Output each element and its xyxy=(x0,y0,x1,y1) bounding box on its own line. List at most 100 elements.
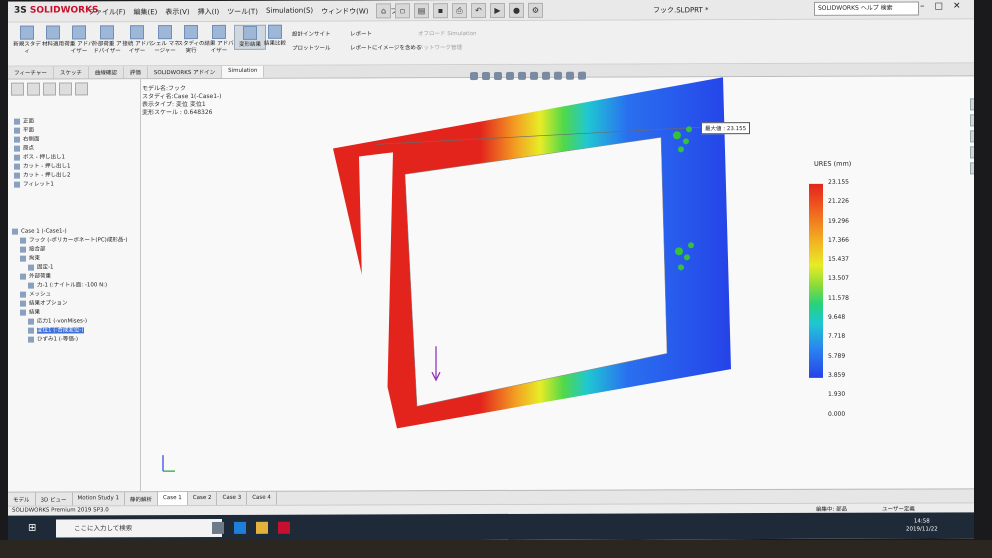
tree-item[interactable]: 外部荷重 xyxy=(12,272,127,281)
config-manager-icon[interactable] xyxy=(43,82,56,96)
tab-3d-view[interactable]: 3D ビュー xyxy=(35,492,73,507)
tab-case-3[interactable]: Case 3 xyxy=(217,491,248,506)
tree-item[interactable]: 変位1 (-合成変位-) xyxy=(12,326,127,335)
tab-case-1[interactable]: Case 1 xyxy=(158,492,188,507)
tree-item[interactable]: ボス - 押し出し1 xyxy=(14,153,70,162)
external-loads-button[interactable]: 外部荷重 アドバイザー xyxy=(92,25,122,55)
task-view-icon[interactable] xyxy=(212,521,224,534)
tab-addins[interactable]: SOLIDWORKS アドイン xyxy=(147,65,223,79)
menu-file[interactable]: ファイル(F) xyxy=(88,7,126,17)
tree-item[interactable]: 接合部 xyxy=(12,245,127,254)
undo-icon[interactable]: ↶ xyxy=(471,3,486,19)
home-icon[interactable]: ⌂ xyxy=(376,3,391,19)
view-palette-icon[interactable] xyxy=(970,146,974,159)
options-icon[interactable]: ⚙ xyxy=(528,2,543,18)
save-icon[interactable]: ▪ xyxy=(433,3,448,19)
tree-item[interactable]: 応力1 (-vonMises-) xyxy=(12,317,127,326)
triad-axes xyxy=(162,455,175,472)
tree-item[interactable]: メッシュ xyxy=(12,290,127,299)
zoom-fit-icon[interactable] xyxy=(470,72,478,81)
menu-window[interactable]: ウィンドウ(W) xyxy=(321,6,368,16)
tab-simulation[interactable]: Simulation xyxy=(222,65,265,78)
windows-start-icon[interactable]: ⊞ xyxy=(28,523,40,535)
menu-simulation[interactable]: Simulation(S) xyxy=(266,7,313,17)
units-selector[interactable]: ユーザー定義 xyxy=(882,505,915,513)
connections-button[interactable]: 接続 アドバイザー xyxy=(122,25,152,55)
menu-view[interactable]: 表示(V) xyxy=(165,7,189,17)
scene-icon[interactable] xyxy=(566,71,574,80)
offload-simulation-button[interactable]: オフロード Simulation xyxy=(418,29,477,37)
select-icon[interactable]: ▶ xyxy=(490,2,505,19)
taskbar-search-input[interactable]: ここに入力して検索 xyxy=(56,518,222,538)
section-view-icon[interactable] xyxy=(506,71,514,80)
tree-item[interactable]: 右側面 xyxy=(14,135,70,144)
tree-item[interactable]: フック (-ポリカーボネート(PC)成形品-) xyxy=(12,236,127,245)
menu-tools[interactable]: ツール(T) xyxy=(227,7,258,17)
file-explorer-icon[interactable] xyxy=(970,130,974,143)
report-button[interactable]: レポート xyxy=(350,29,372,37)
tab-features[interactable]: フィーチャー xyxy=(8,66,54,79)
tab-surface[interactable]: 曲線確認 xyxy=(88,66,124,79)
zoom-area-icon[interactable] xyxy=(482,72,490,81)
appearance-icon[interactable] xyxy=(554,71,562,80)
tree-item[interactable]: Case 1 (-Case1-) xyxy=(12,227,127,236)
compare-results-button[interactable]: 結果比較 xyxy=(260,24,290,48)
tree-item[interactable]: 力-1 (:ナイトル面: -100 N:) xyxy=(12,281,127,290)
tree-item[interactable]: 結果オプション xyxy=(12,299,127,308)
dim-expert-icon[interactable] xyxy=(59,82,72,96)
tree-item[interactable]: カット - 押し出し2 xyxy=(14,171,70,180)
display-manager-icon[interactable] xyxy=(75,82,88,96)
appearances-icon[interactable] xyxy=(970,162,974,175)
menu-insert[interactable]: 挿入(I) xyxy=(198,7,220,17)
tab-case-4[interactable]: Case 4 xyxy=(247,491,277,506)
print-icon[interactable]: ⎙ xyxy=(452,3,467,19)
menu-edit[interactable]: 編集(E) xyxy=(134,7,158,17)
include-image-button[interactable]: レポートにイメージを含める xyxy=(350,43,421,51)
tab-model[interactable]: モデル xyxy=(8,492,36,507)
property-manager-icon[interactable] xyxy=(27,82,40,96)
tree-item[interactable]: 正面 xyxy=(14,117,70,126)
rebuild-icon[interactable]: ● xyxy=(509,2,524,18)
legend-tick: 15.437 xyxy=(828,255,849,264)
display-style-icon[interactable] xyxy=(530,71,538,80)
results-advisor-button[interactable]: 結果 アドバイザー xyxy=(204,24,234,55)
previous-view-icon[interactable] xyxy=(494,71,502,80)
network-manager-button[interactable]: ネットワーク管理 xyxy=(418,43,462,51)
tab-case-2[interactable]: Case 2 xyxy=(187,491,218,507)
solidworks-taskbar-icon[interactable] xyxy=(278,521,290,534)
help-search-input[interactable]: SOLIDWORKS ヘルプ 検索 xyxy=(814,1,919,16)
tab-sketch[interactable]: スケッチ xyxy=(53,66,89,79)
hide-show-icon[interactable] xyxy=(542,71,550,80)
design-insight-button[interactable]: 設計インサイト xyxy=(292,30,331,38)
tree-item[interactable]: 平面 xyxy=(14,126,70,135)
tree-item[interactable]: 原点 xyxy=(14,144,70,153)
feature-tree-icon[interactable] xyxy=(11,82,24,96)
graphics-area[interactable]: URES (mm) 23.155 21.226 19.296 17.366 15… xyxy=(141,76,974,492)
tree-item[interactable]: ひずみ1 (-等価-) xyxy=(12,335,127,344)
tree-item[interactable]: 固定-1 xyxy=(12,263,127,272)
close-button[interactable]: ✕ xyxy=(953,1,961,11)
view-settings-icon[interactable] xyxy=(578,71,586,80)
design-library-icon[interactable] xyxy=(970,114,974,127)
tree-item[interactable]: フィレット1 xyxy=(14,180,70,189)
max-value-annotation[interactable]: 最大値 : 23.155 xyxy=(701,122,751,135)
command-manager: 新規スタディ 材料適用 荷重 アドバイザー 外部荷重 アドバイザー 接続 アドバ… xyxy=(8,19,974,67)
fixtures-advisor-button[interactable]: 荷重 アドバイザー xyxy=(64,25,94,55)
resources-icon[interactable] xyxy=(970,98,974,111)
material-icon xyxy=(46,25,60,40)
run-study-button[interactable]: スタディの 実行 xyxy=(176,25,206,55)
tree-item[interactable]: 結果 xyxy=(12,308,127,317)
open-icon[interactable]: ▤ xyxy=(414,3,429,19)
tree-item[interactable]: 拘束 xyxy=(12,254,127,263)
explorer-icon[interactable] xyxy=(256,521,268,534)
tab-evaluate[interactable]: 評価 xyxy=(123,66,148,79)
new-icon[interactable]: ▫ xyxy=(395,3,410,19)
maximize-button[interactable]: □ xyxy=(935,1,944,11)
tree-item[interactable]: カット - 押し出し1 xyxy=(14,162,70,171)
clock[interactable]: 14:58 2019/11/22 xyxy=(906,517,938,533)
plot-tools-button[interactable]: プロットツール xyxy=(292,44,331,52)
edge-icon[interactable] xyxy=(234,521,246,534)
tab-static[interactable]: 静的解析 xyxy=(125,492,159,507)
minimize-button[interactable]: – xyxy=(920,1,925,11)
view-orientation-icon[interactable] xyxy=(518,71,526,80)
